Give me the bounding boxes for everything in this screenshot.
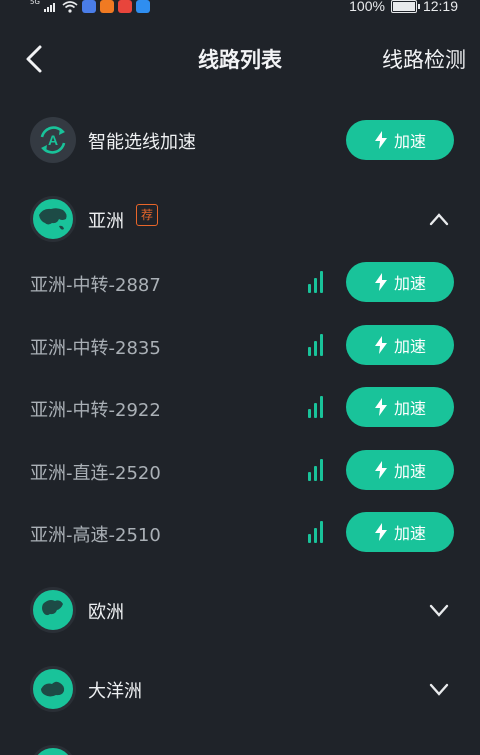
globe-icon bbox=[30, 745, 76, 755]
lightning-icon bbox=[374, 523, 387, 541]
shopping-app-icon bbox=[117, 0, 132, 13]
line-name: 亚洲-直连-2520 bbox=[30, 462, 161, 484]
signal-bar bbox=[314, 278, 317, 293]
signal-bar bbox=[308, 409, 311, 418]
signal-bar bbox=[308, 346, 311, 356]
signal-strength-icon bbox=[308, 394, 330, 418]
signal-bar bbox=[320, 271, 323, 293]
line-row[interactable]: 亚洲-中转-2835 加速 bbox=[0, 322, 480, 368]
europe-globe-icon bbox=[30, 587, 76, 633]
smart-speed-button[interactable]: 加速 bbox=[346, 120, 454, 160]
clock: 12:19 bbox=[422, 0, 458, 14]
line-check-button[interactable]: 线路检测 bbox=[382, 44, 466, 74]
recommended-badge: 荐 bbox=[136, 204, 158, 226]
line-name: 亚洲-中转-2887 bbox=[30, 275, 161, 296]
lightning-icon bbox=[374, 460, 387, 479]
smart-route-row: A 智能选线加速 加速 bbox=[0, 117, 480, 163]
asia-globe-icon bbox=[30, 196, 76, 242]
network-label: 5G bbox=[30, 0, 40, 6]
cellular-signal-icon bbox=[43, 3, 55, 12]
region-row-oceania[interactable]: 大洋洲 bbox=[0, 666, 480, 712]
region-name: 亚洲 bbox=[88, 211, 124, 232]
signal-strength-icon bbox=[308, 457, 330, 481]
speed-button-label: 加速 bbox=[393, 132, 426, 151]
signal-bar bbox=[308, 284, 311, 293]
speed-button[interactable]: 加速 bbox=[346, 512, 454, 552]
battery-icon bbox=[390, 0, 420, 13]
chevron-down-icon[interactable] bbox=[428, 603, 450, 617]
signal-strength-icon bbox=[308, 332, 330, 356]
search-app-icon bbox=[135, 0, 150, 13]
video-app-icon bbox=[99, 0, 114, 13]
region-name: 欧洲 bbox=[88, 602, 124, 623]
status-bar: 5G 100% 12:19 bbox=[0, 0, 480, 16]
speed-button[interactable]: 加速 bbox=[346, 387, 454, 427]
status-icons: 5G bbox=[30, 0, 150, 13]
speed-button-label: 加速 bbox=[393, 524, 426, 543]
signal-bar bbox=[320, 333, 323, 356]
chevron-up-icon[interactable] bbox=[428, 212, 450, 226]
region-row-asia[interactable]: 亚洲 荐 bbox=[0, 196, 480, 242]
line-row[interactable]: 亚洲-高速-2510 加速 bbox=[0, 509, 480, 555]
line-row[interactable]: 亚洲-直连-2520 加速 bbox=[0, 447, 480, 493]
speed-button[interactable]: 加速 bbox=[346, 262, 454, 302]
chevron-down-icon[interactable] bbox=[428, 682, 450, 696]
speed-button-label: 加速 bbox=[393, 274, 426, 293]
battery-percent: 100% bbox=[349, 0, 385, 14]
status-right: 100% 12:19 bbox=[349, 0, 458, 14]
line-name: 亚洲-高速-2510 bbox=[30, 525, 161, 546]
speed-button-label: 加速 bbox=[393, 336, 426, 356]
line-name: 亚洲-中转-2922 bbox=[30, 400, 161, 421]
speed-button-label: 加速 bbox=[393, 461, 426, 481]
signal-bar bbox=[314, 340, 317, 356]
smart-route-icon: A bbox=[30, 117, 76, 163]
oceania-globe-icon bbox=[30, 666, 76, 712]
line-row[interactable]: 亚洲-中转-2887 加速 bbox=[0, 259, 480, 305]
speed-button[interactable]: 加速 bbox=[346, 449, 454, 490]
signal-bar bbox=[308, 471, 311, 481]
line-row[interactable]: 亚洲-中转-2922 加速 bbox=[0, 384, 480, 430]
region-row-europe[interactable]: 欧洲 bbox=[0, 587, 480, 633]
top-nav-bar: 线路列表 线路检测 bbox=[0, 36, 480, 82]
region-name: 大洋洲 bbox=[88, 681, 142, 702]
signal-strength-icon bbox=[308, 519, 330, 543]
lightning-icon bbox=[374, 273, 387, 291]
app-notification-icon bbox=[81, 0, 96, 13]
smart-route-label: 智能选线加速 bbox=[88, 132, 196, 153]
signal-bar bbox=[314, 403, 317, 418]
speed-button-label: 加速 bbox=[393, 399, 426, 418]
signal-strength-icon bbox=[308, 269, 330, 293]
signal-bar bbox=[308, 534, 311, 543]
lightning-icon bbox=[374, 131, 387, 149]
wifi-icon bbox=[62, 0, 78, 13]
lightning-icon bbox=[374, 398, 387, 416]
battery-level bbox=[392, 1, 415, 11]
svg-text:A: A bbox=[48, 132, 58, 148]
line-name: 亚洲-中转-2835 bbox=[30, 337, 161, 359]
signal-bar bbox=[320, 458, 323, 481]
region-row-partial[interactable] bbox=[0, 745, 480, 755]
signal-bar bbox=[320, 396, 323, 418]
signal-bar bbox=[314, 465, 317, 481]
signal-bar bbox=[314, 528, 317, 543]
signal-bar bbox=[320, 521, 323, 543]
speed-button[interactable]: 加速 bbox=[346, 324, 454, 365]
lightning-icon bbox=[374, 335, 387, 354]
